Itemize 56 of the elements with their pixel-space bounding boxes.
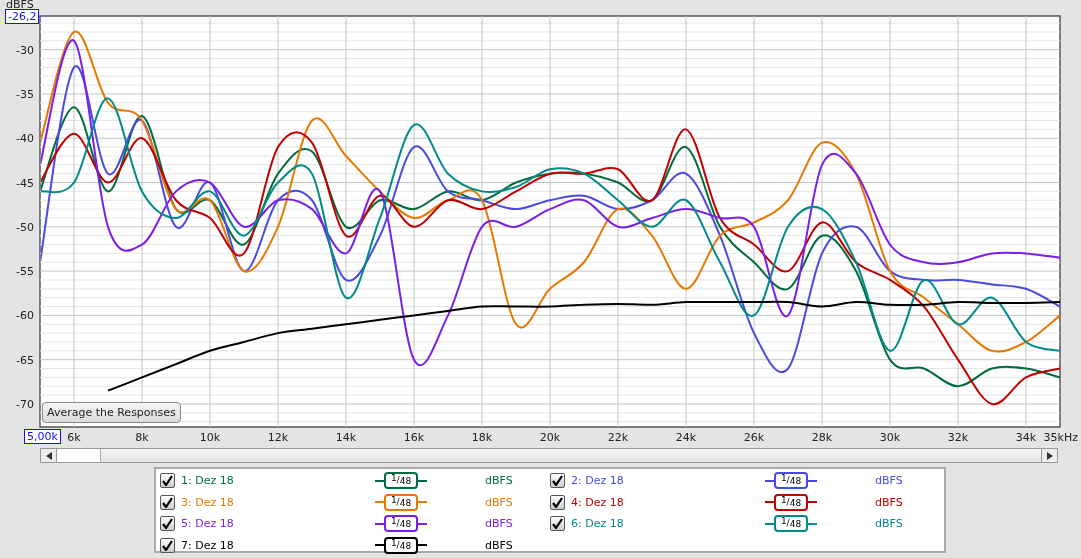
axis-title: dBFS — [6, 0, 34, 11]
unit-label: dBFS — [875, 474, 903, 488]
axis-label: -35 — [16, 87, 34, 101]
cursor-readout: 5,00k — [24, 429, 61, 444]
axis-label: 20k — [539, 431, 561, 444]
unit-label: dBFS — [485, 517, 513, 531]
checkbox[interactable] — [160, 516, 175, 532]
axis-label: 16k — [403, 431, 425, 444]
axis-label: -60 — [16, 309, 34, 323]
axis-label: -55 — [16, 265, 34, 279]
axis-label: 6k — [67, 431, 81, 444]
axis-label: -65 — [16, 353, 34, 367]
series-name: 3: Dez 18 — [181, 495, 235, 509]
axis-label: -40 — [16, 132, 34, 146]
axis-label: -30 — [16, 43, 34, 57]
scroll-thumb[interactable] — [57, 449, 101, 462]
axis-label: 24k — [675, 431, 697, 444]
series-name: 1: Dez 18 — [181, 474, 235, 488]
series-name: 4: Dez 18 — [571, 495, 625, 509]
unit-label: dBFS — [875, 495, 903, 509]
unit-label: dBFS — [485, 474, 513, 488]
axis-label: 35kHz — [1043, 431, 1078, 444]
axis-label: 18k — [471, 431, 493, 444]
scrollbar[interactable] — [40, 448, 1058, 463]
axis-label: -45 — [16, 176, 34, 190]
axis-label: 34k — [1015, 431, 1037, 444]
axis-label: 26k — [743, 431, 765, 444]
axis-label: 10k — [199, 431, 221, 444]
checkbox[interactable] — [160, 537, 175, 553]
series-name: 6: Dez 18 — [571, 517, 625, 531]
cursor-readout: -26,2 — [5, 9, 40, 24]
checkbox[interactable] — [160, 494, 175, 510]
scroll-left-button[interactable] — [41, 449, 57, 462]
axis-label: 30k — [879, 431, 901, 444]
average-button[interactable]: Average the Responses — [42, 402, 181, 423]
checkbox[interactable] — [550, 473, 565, 489]
scroll-right-button[interactable] — [1041, 449, 1057, 462]
left-arrow-icon — [45, 451, 52, 460]
axis-label: 12k — [267, 431, 289, 444]
series-name: 5: Dez 18 — [181, 517, 235, 531]
checkbox[interactable] — [550, 494, 565, 510]
axis-label: 28k — [811, 431, 833, 444]
unit-label: dBFS — [485, 495, 513, 509]
unit-label: dBFS — [875, 517, 903, 531]
series-name: 7: Dez 18 — [181, 538, 235, 552]
axis-label: 32k — [947, 431, 969, 444]
axis-label: 14k — [335, 431, 357, 444]
series-name: 2: Dez 18 — [571, 474, 625, 488]
axis-label: -70 — [16, 397, 34, 411]
checkbox[interactable] — [550, 516, 565, 532]
axis-label: 22k — [607, 431, 629, 444]
unit-label: dBFS — [485, 538, 513, 552]
right-arrow-icon — [1046, 451, 1053, 460]
axis-label: -50 — [16, 220, 34, 234]
axis-label: 8k — [135, 431, 149, 444]
checkbox[interactable] — [160, 473, 175, 489]
